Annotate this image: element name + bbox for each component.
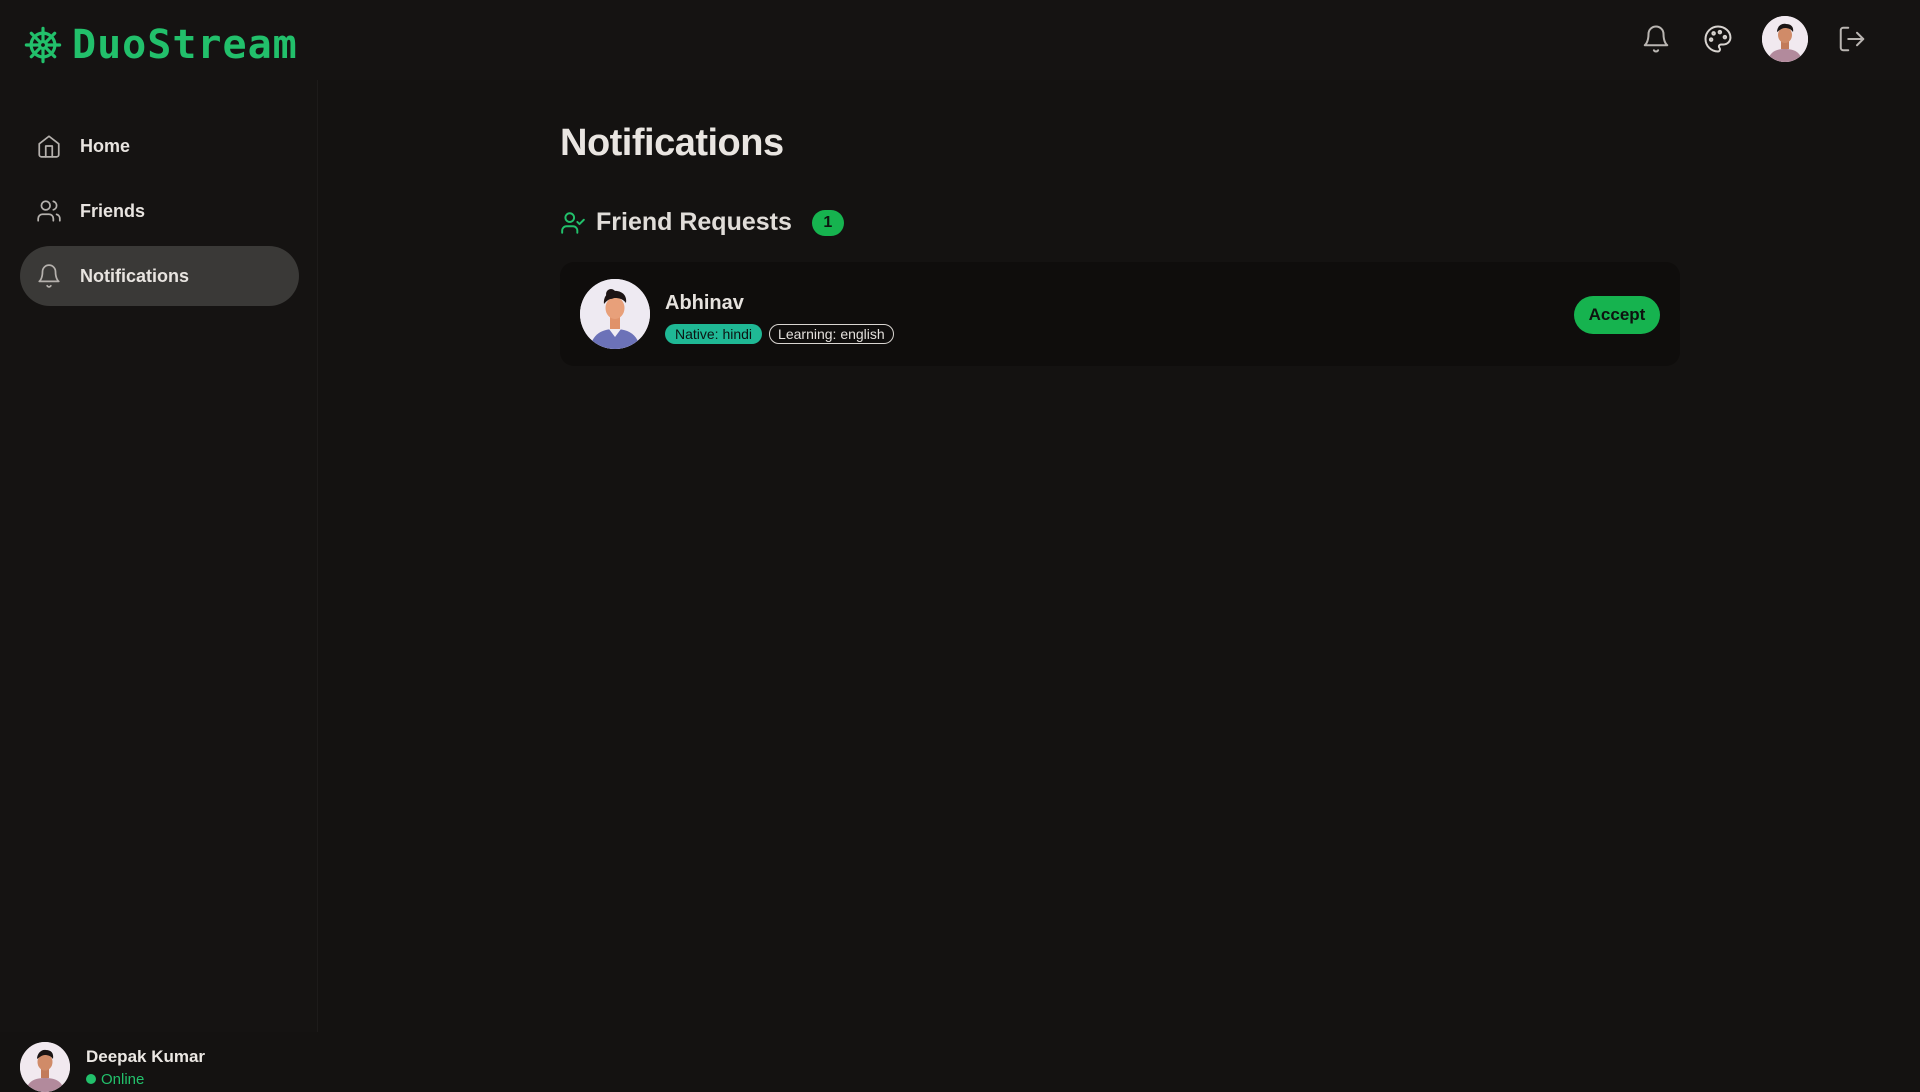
palette-icon bbox=[1704, 25, 1732, 53]
friend-request-card: Abhinav Native: hindi Learning: english … bbox=[560, 262, 1680, 366]
user-status-label: Online bbox=[101, 1070, 145, 1088]
bell-icon bbox=[38, 264, 60, 288]
online-dot-icon bbox=[86, 1074, 96, 1084]
logout-button[interactable] bbox=[1834, 21, 1870, 57]
ship-wheel-icon bbox=[24, 26, 62, 64]
users-icon bbox=[37, 200, 61, 222]
avatar bbox=[580, 279, 650, 349]
sidebar-item-label: Friends bbox=[80, 200, 146, 221]
user-name: Deepak Kumar bbox=[86, 1046, 206, 1066]
requester-name: Abhinav bbox=[665, 292, 744, 314]
app-logo[interactable]: DuoStream bbox=[24, 22, 298, 68]
top-actions bbox=[1638, 16, 1870, 62]
profile-avatar[interactable] bbox=[1762, 16, 1808, 62]
request-count-badge: 1 bbox=[811, 209, 844, 236]
language-tags: Native: hindi Learning: english bbox=[665, 324, 894, 344]
sidebar-item-home[interactable]: Home bbox=[20, 116, 299, 176]
sidebar-item-friends[interactable]: Friends bbox=[20, 181, 299, 241]
logout-icon bbox=[1839, 26, 1865, 52]
sidebar-item-notifications[interactable]: Notifications bbox=[20, 246, 299, 306]
avatar bbox=[20, 1042, 70, 1092]
sidebar-item-label: Notifications bbox=[80, 265, 190, 286]
user-info: Deepak Kumar Online bbox=[86, 1047, 205, 1088]
native-language-badge: Native: hindi bbox=[665, 324, 763, 344]
main-content: Notifications Friend Requests 1 Abhinav … bbox=[319, 80, 1920, 1032]
sidebar-item-label: Home bbox=[80, 135, 131, 156]
friend-requests-header: Friend Requests 1 bbox=[560, 208, 844, 237]
notifications-button[interactable] bbox=[1638, 21, 1674, 57]
current-user-card: Deepak Kumar Online bbox=[20, 1042, 205, 1092]
home-icon bbox=[38, 135, 60, 158]
learning-language-badge: Learning: english bbox=[769, 324, 894, 344]
page-title: Notifications bbox=[560, 122, 784, 164]
status-indicator: Online bbox=[86, 1071, 205, 1088]
bell-icon bbox=[1643, 25, 1669, 53]
top-bar: DuoStream bbox=[0, 0, 1920, 80]
accept-button[interactable]: Accept bbox=[1574, 296, 1660, 334]
app-name: DuoStream bbox=[72, 22, 298, 68]
section-title: Friend Requests bbox=[596, 208, 792, 236]
theme-button[interactable] bbox=[1700, 21, 1736, 57]
user-check-icon bbox=[561, 211, 585, 234]
sidebar: Home Friends Notifications Deepak Kumar … bbox=[0, 80, 318, 1092]
